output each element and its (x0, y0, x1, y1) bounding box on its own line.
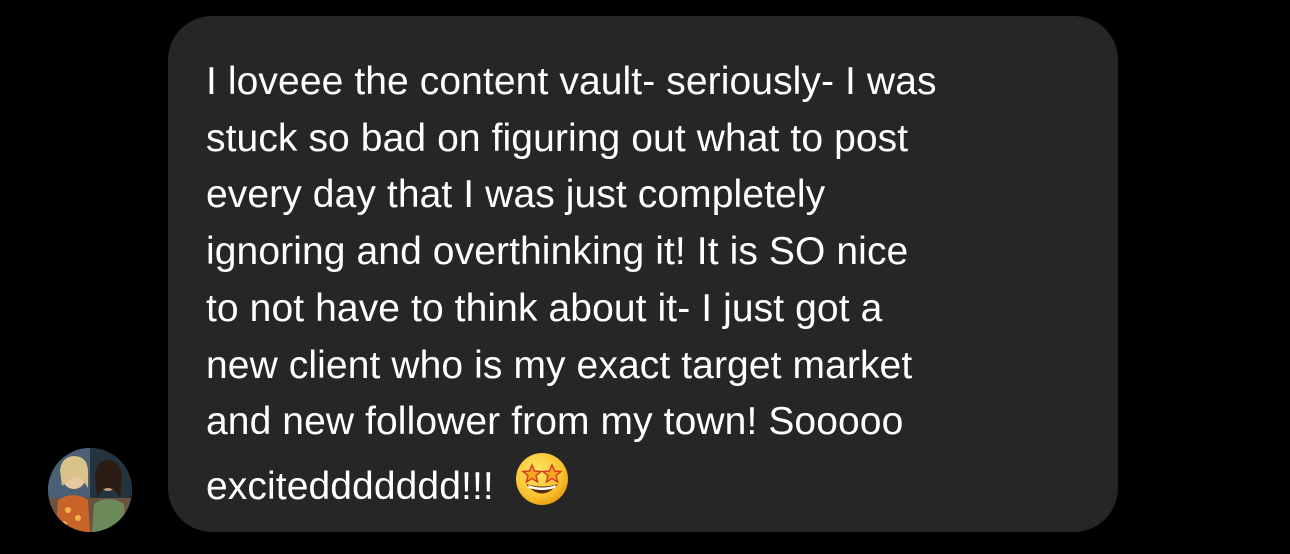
message-text: I loveee the content vault- seriously- I… (206, 54, 1078, 524)
profile-photo-avatar (48, 448, 132, 532)
sender-avatar[interactable] (48, 448, 132, 532)
message-bubble[interactable]: I loveee the content vault- seriously- I… (168, 16, 1118, 532)
chat-screen: I loveee the content vault- seriously- I… (0, 0, 1290, 554)
star-struck-emoji-icon (514, 451, 570, 524)
message-body: I loveee the content vault- seriously- I… (206, 60, 937, 508)
